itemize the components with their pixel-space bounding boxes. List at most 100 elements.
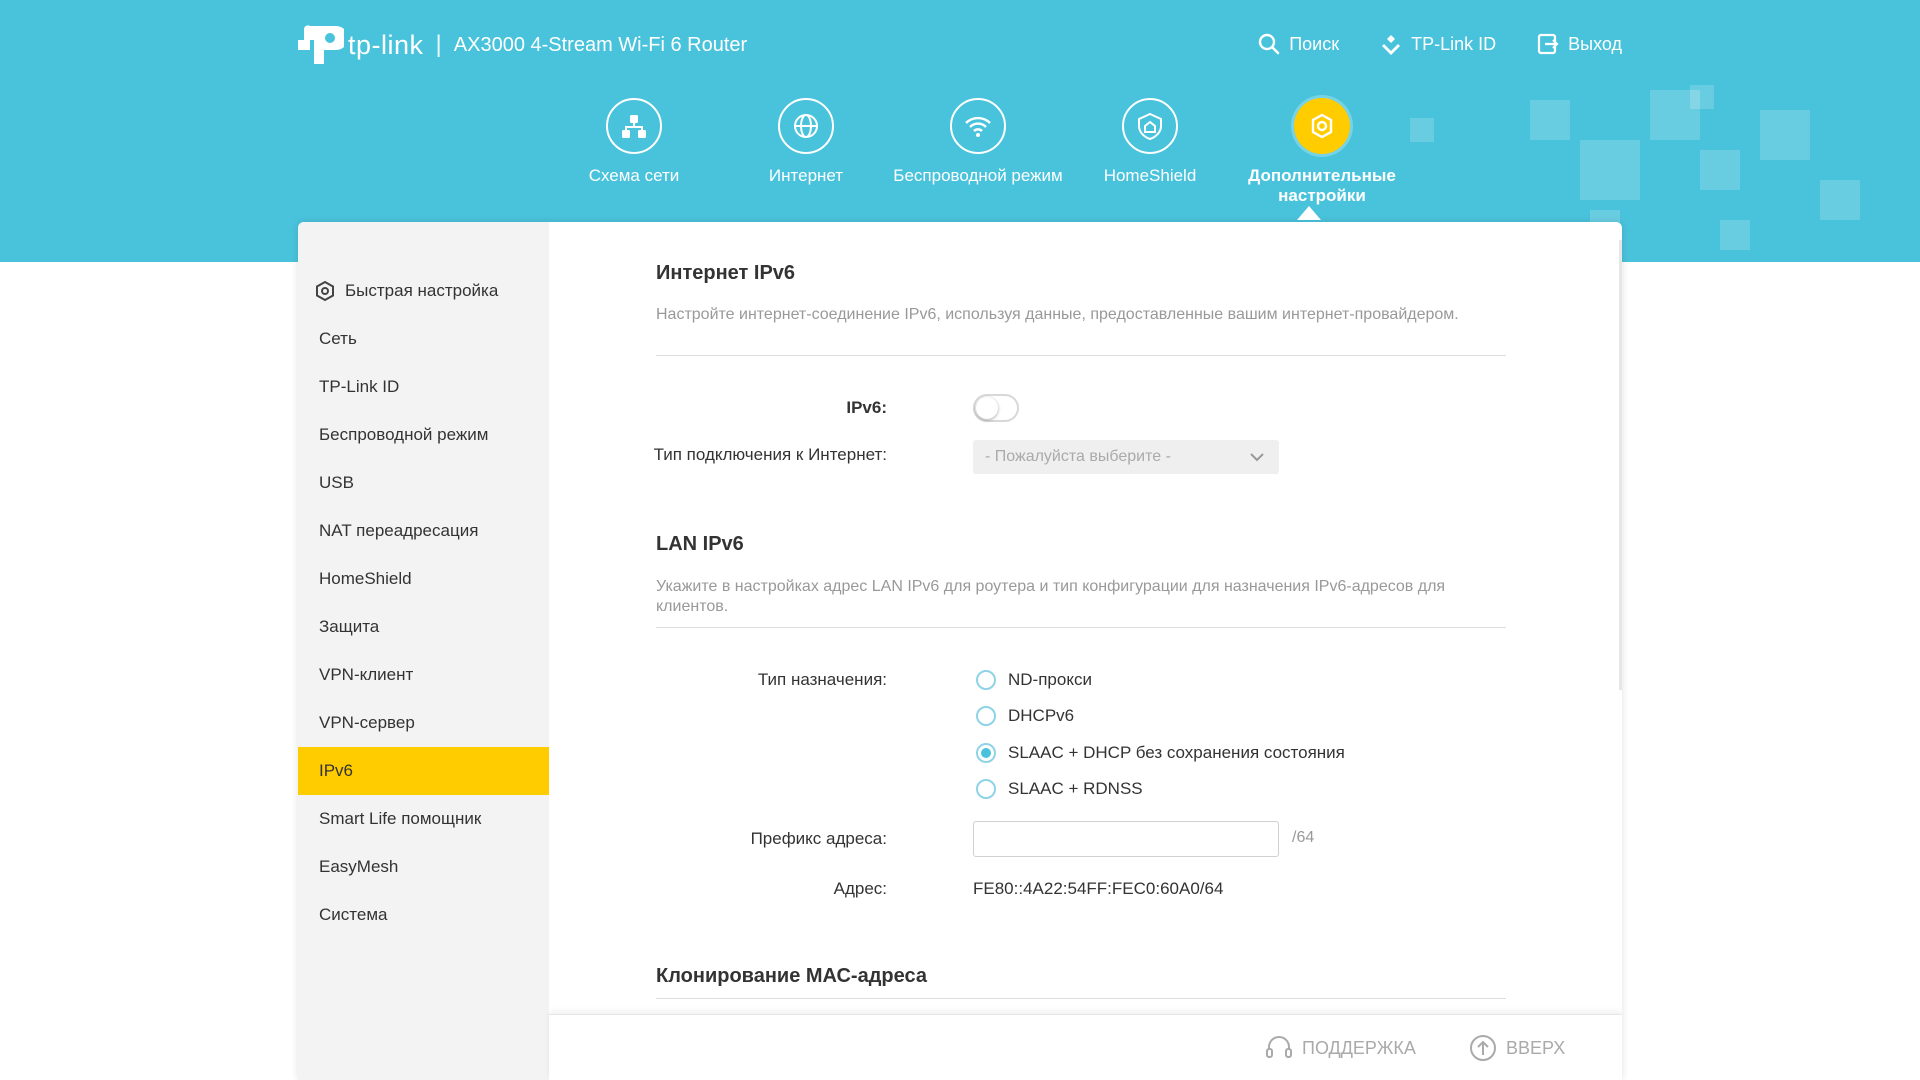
background-pattern: [1690, 85, 1714, 109]
brand-name: tp-link: [348, 29, 424, 60]
sidebar-item-easymesh[interactable]: EasyMesh: [298, 843, 549, 891]
sidebar-item-label: VPN-сервер: [319, 713, 415, 732]
arrow-up-icon: [1470, 1035, 1496, 1061]
sidebar-item-usb[interactable]: USB: [298, 459, 549, 507]
section-divider: [656, 998, 1506, 999]
scrollbar[interactable]: [1619, 240, 1622, 690]
nav-label: Беспроводной режим: [893, 166, 1063, 185]
radio-slaac-dhcp[interactable]: SLAAC + DHCP без сохранения состояния: [976, 743, 1345, 763]
sidebar-item-label: USB: [319, 473, 354, 492]
back-to-top-button[interactable]: ВВЕРХ: [1468, 1033, 1565, 1063]
logout-label: Выход: [1568, 33, 1622, 54]
sidebar-item-label: IPv6: [319, 761, 354, 780]
sidebar-item-label: NAT переадресация: [319, 521, 479, 540]
nav-network-map[interactable]: Схема сети: [548, 98, 720, 206]
radio-slaac-rdnss[interactable]: SLAAC + RDNSS: [976, 779, 1143, 799]
sidebar: Быстрая настройка Сеть TP-Link ID Беспро…: [298, 222, 549, 1080]
radio-label: SLAAC + DHCP без сохранения состояния: [1008, 743, 1345, 762]
background-pattern: [1760, 110, 1810, 160]
section-divider: [656, 355, 1506, 356]
background-pattern: [1530, 100, 1570, 140]
sidebar-item-nat[interactable]: NAT переадресация: [298, 507, 549, 555]
sidebar-item-label: TP-Link ID: [319, 377, 400, 396]
sidebar-item-label: Система: [319, 905, 388, 924]
address-label: Адрес:: [833, 879, 887, 898]
assign-type-label: Тип назначения:: [757, 670, 887, 689]
sidebar-item-smart-life[interactable]: Smart Life помощник: [298, 795, 549, 843]
nav-advanced[interactable]: Дополнительные настройки: [1236, 98, 1408, 206]
footer-bar: ПОДДЕРЖКА ВВЕРХ: [549, 1014, 1622, 1080]
brand-separator: |: [435, 31, 442, 58]
background-pattern: [1820, 180, 1860, 220]
sidebar-item-label: VPN-клиент: [319, 665, 414, 684]
background-pattern: [1580, 140, 1640, 200]
prefix-input[interactable]: [973, 821, 1279, 857]
connection-type-select[interactable]: - Пожалуйста выберите -: [973, 440, 1279, 474]
radio-circle: [976, 670, 996, 690]
nav-internet[interactable]: Интернет: [720, 98, 892, 206]
nav-wireless[interactable]: Беспроводной режим: [892, 98, 1064, 206]
support-button[interactable]: ПОДДЕРЖКА: [1264, 1033, 1416, 1063]
sidebar-item-homeshield[interactable]: HomeShield: [298, 555, 549, 603]
settings-card: Быстрая настройка Сеть TP-Link ID Беспро…: [298, 222, 1622, 1080]
headset-icon: [1266, 1036, 1292, 1058]
sidebar-item-tplink-id[interactable]: TP-Link ID: [298, 363, 549, 411]
sidebar-item-vpn-client[interactable]: VPN-клиент: [298, 651, 549, 699]
sidebar-item-security[interactable]: Защита: [298, 603, 549, 651]
internet-ipv6-title: Интернет IPv6: [656, 262, 796, 284]
background-pattern: [1720, 220, 1750, 250]
product-name: AX3000 4-Stream Wi-Fi 6 Router: [453, 33, 748, 56]
quick-setup-gear-icon: [316, 280, 334, 302]
sidebar-item-label: Беспроводной режим: [319, 425, 489, 444]
nav-label: HomeShield: [1103, 166, 1197, 185]
wifi-icon: [950, 98, 1006, 154]
sidebar-item-label: Защита: [319, 617, 380, 636]
radio-circle: [976, 706, 996, 726]
nav-label: Интернет: [768, 166, 844, 185]
logout-icon: [1538, 33, 1559, 55]
ipv6-toggle[interactable]: [973, 394, 1019, 422]
section-divider: [656, 627, 1506, 628]
main-nav: Схема сети Интернет Беспроводной режим H…: [548, 98, 1408, 206]
top-actions: Поиск TP-Link ID Выход: [1257, 32, 1622, 56]
network-map-icon: [606, 98, 662, 154]
tplink-id-button[interactable]: TP-Link ID: [1379, 32, 1496, 56]
lan-ipv6-description: Укажите в настройках адрес LAN IPv6 для …: [656, 578, 1446, 615]
brand-logo[interactable]: tp-link | AX3000 4-Stream Wi-Fi 6 Router: [296, 22, 747, 68]
support-label: ПОДДЕРЖКА: [1302, 1037, 1416, 1058]
radio-circle: [976, 779, 996, 799]
sidebar-item-label: Быстрая настройка: [345, 281, 499, 300]
ipv6-toggle-label: IPv6:: [846, 398, 887, 417]
lan-ipv6-title: LAN IPv6: [656, 533, 744, 555]
homeshield-icon: [1122, 98, 1178, 154]
sidebar-item-ipv6[interactable]: IPv6: [298, 747, 549, 795]
tplink-id-label: TP-Link ID: [1411, 33, 1497, 54]
radio-label: DHCPv6: [1008, 706, 1075, 725]
mac-clone-title: Клонирование МАС-адреса: [656, 965, 927, 987]
logout-button[interactable]: Выход: [1536, 32, 1622, 56]
radio-label: SLAAC + RDNSS: [1008, 779, 1143, 798]
sidebar-item-label: HomeShield: [319, 569, 412, 588]
background-pattern: [1700, 150, 1740, 190]
connection-type-placeholder: - Пожалуйста выберите -: [985, 448, 1171, 465]
sidebar-item-label: Smart Life помощник: [319, 809, 482, 828]
internet-ipv6-description: Настройте интернет-соединение IPv6, испо…: [656, 306, 1459, 323]
sidebar-item-vpn-server[interactable]: VPN-сервер: [298, 699, 549, 747]
sidebar-item-wireless[interactable]: Беспроводной режим: [298, 411, 549, 459]
back-to-top-label: ВВЕРХ: [1506, 1037, 1566, 1058]
sidebar-item-system[interactable]: Система: [298, 891, 549, 939]
radio-dhcpv6[interactable]: DHCPv6: [976, 706, 1074, 726]
nav-label: Схема сети: [588, 166, 680, 185]
nav-homeshield[interactable]: HomeShield: [1064, 98, 1236, 206]
toggle-knob: [976, 397, 998, 419]
radio-circle-checked: [976, 743, 996, 763]
radio-label: ND-прокси: [1008, 670, 1092, 689]
active-nav-caret: [1297, 206, 1321, 220]
sidebar-item-quick-setup[interactable]: Быстрая настройка: [298, 267, 549, 315]
globe-icon: [778, 98, 834, 154]
tplink-logo-icon: [298, 25, 344, 64]
sidebar-item-network[interactable]: Сеть: [298, 315, 549, 363]
search-button[interactable]: Поиск: [1257, 32, 1339, 56]
connection-type-label: Тип подключения к Интернет:: [653, 445, 887, 464]
radio-nd-proxy[interactable]: ND-прокси: [976, 670, 1092, 690]
